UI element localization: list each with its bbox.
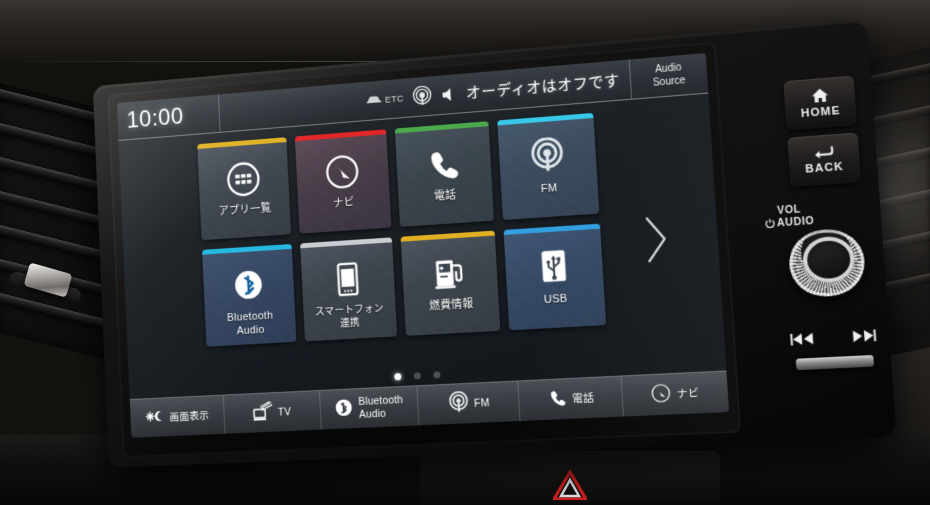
- brightness-day-night-icon: [144, 409, 165, 426]
- home-label: HOME: [800, 104, 841, 121]
- tile-label: USB: [543, 292, 568, 307]
- fm-broadcast-icon: [527, 133, 568, 180]
- volume-knob-area: VOL AUDIO: [777, 197, 877, 317]
- taskbar-label: 電話: [571, 392, 595, 406]
- home-button[interactable]: HOME: [783, 75, 858, 131]
- compass-arrow-icon: [650, 382, 672, 407]
- head-unit: 10:00 ETC オーディオはオフです Audio Source アプリ一覧 …: [92, 18, 897, 468]
- taskbar-item-navi[interactable]: ナビ: [622, 372, 729, 417]
- page-dot-1[interactable]: [393, 373, 401, 381]
- tile-fuel-economy[interactable]: 燃費情報: [400, 230, 501, 336]
- back-arrow-icon: [812, 145, 835, 163]
- volume-knob-face: [801, 235, 857, 285]
- touchscreen-display[interactable]: 10:00 ETC オーディオはオフです Audio Source アプリ一覧 …: [116, 53, 730, 438]
- taskbar-item-display[interactable]: 画面表示: [129, 395, 226, 438]
- skip-next-button[interactable]: [850, 327, 877, 349]
- volume-knob-label: VOL AUDIO: [764, 203, 815, 231]
- taskbar-item-tv[interactable]: TV: [223, 390, 322, 434]
- fuel-pump-icon: [430, 250, 470, 296]
- taskbar-label: Bluetooth Audio: [358, 394, 404, 421]
- etc-indicator: ETC: [366, 92, 405, 106]
- volume-knob[interactable]: [787, 227, 867, 299]
- back-button[interactable]: BACK: [787, 132, 862, 188]
- audio-status-message: オーディオはオフです: [465, 72, 621, 103]
- tile-phone[interactable]: 電話: [394, 121, 495, 227]
- tile-label: ナビ: [332, 196, 355, 210]
- taskbar-label: TV: [277, 405, 292, 419]
- chevron-right-icon[interactable]: [641, 214, 671, 265]
- hard-key-column: HOME BACK: [783, 75, 862, 195]
- tv-antenna-icon: [252, 401, 274, 425]
- smartphone-icon: [330, 257, 365, 302]
- car-icon: [366, 94, 382, 106]
- tile-navi[interactable]: ナビ: [294, 129, 392, 234]
- taskbar-label: 画面表示: [169, 409, 210, 424]
- page-dot-2[interactable]: [413, 372, 421, 380]
- tile-apps[interactable]: アプリ一覧: [197, 137, 292, 241]
- taskbar-label: ナビ: [676, 387, 700, 401]
- tile-fm[interactable]: FM: [497, 112, 600, 220]
- app-grid: アプリ一覧 ナビ 電話 FM Bluetooth Audio スマートフォン 連…: [197, 112, 615, 347]
- tile-usb[interactable]: USB: [503, 223, 607, 331]
- tile-label: Bluetooth Audio: [226, 309, 274, 337]
- fm-broadcast-icon: [411, 85, 434, 108]
- tile-label: スマートフォン 連携: [314, 303, 385, 330]
- fm-broadcast-icon: [447, 391, 470, 417]
- usb-icon: [536, 244, 571, 290]
- etc-label: ETC: [384, 92, 405, 105]
- tile-bluetooth-audio[interactable]: Bluetooth Audio: [202, 243, 297, 347]
- skip-button-row: [790, 327, 878, 352]
- speaker-mute-icon: [440, 85, 458, 102]
- audio-source-line2: Source: [652, 74, 686, 89]
- bluetooth-icon: [334, 397, 354, 421]
- tile-smartphone-link[interactable]: スマートフォン 連携: [300, 237, 398, 342]
- home-app-grid-area: アプリ一覧 ナビ 電話 FM Bluetooth Audio スマートフォン 連…: [119, 94, 727, 400]
- taskbar-label: FM: [473, 396, 490, 410]
- power-icon: [765, 218, 775, 232]
- taskbar-item-bluetooth-audio[interactable]: Bluetooth Audio: [319, 386, 420, 430]
- compass-arrow-icon: [323, 149, 361, 195]
- back-label: BACK: [805, 160, 845, 176]
- tile-label: 燃費情報: [428, 298, 474, 313]
- tile-label: 電話: [433, 189, 457, 203]
- taskbar-item-fm[interactable]: FM: [417, 381, 521, 426]
- bluetooth-icon: [230, 263, 268, 308]
- page-dot-3[interactable]: [432, 371, 441, 379]
- skip-previous-button[interactable]: [790, 331, 817, 353]
- phone-handset-icon: [546, 387, 568, 411]
- taskbar-item-phone[interactable]: 電話: [518, 376, 625, 421]
- tile-label: FM: [540, 182, 558, 196]
- audio-source-button[interactable]: Audio Source: [630, 53, 709, 99]
- phone-handset-icon: [424, 141, 464, 187]
- app-grid-icon: [225, 157, 262, 202]
- house-icon: [810, 87, 829, 107]
- tile-label: アプリ一覧: [218, 202, 272, 218]
